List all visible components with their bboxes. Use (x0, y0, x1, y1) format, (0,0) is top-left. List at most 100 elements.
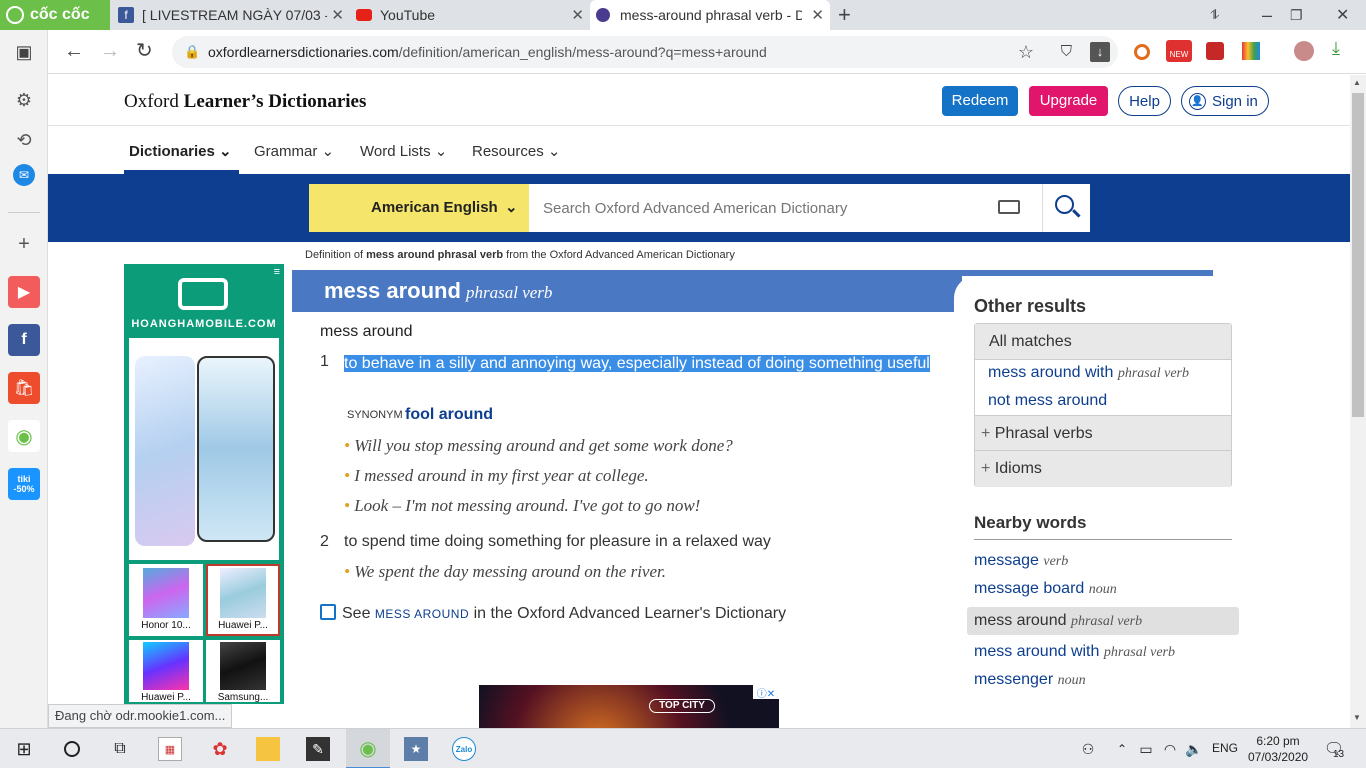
scroll-down-icon[interactable]: ▼ (1353, 713, 1361, 722)
extension-coccoc-icon[interactable] (1134, 44, 1150, 60)
new-tab-button[interactable]: + (838, 0, 858, 30)
breadcrumb: Definition of mess around phrasal verb f… (305, 249, 735, 261)
ad-product[interactable]: Huawei P... (206, 564, 280, 636)
sign-in-button[interactable]: 👤 Sign in (1181, 86, 1269, 116)
scroll-up-icon[interactable]: ▲ (1353, 78, 1361, 87)
see-also[interactable]: See MESS AROUND in the Oxford Advanced L… (320, 604, 786, 623)
battery-icon[interactable]: ▭ (1134, 737, 1158, 761)
back-button[interactable]: ← (64, 40, 84, 63)
ad-product[interactable]: Samsung... (206, 640, 280, 703)
language-indicator[interactable]: ENG (1212, 741, 1238, 755)
search-button[interactable] (1042, 184, 1090, 232)
tiki-shortcut-icon[interactable]: tiki -50% (8, 468, 40, 500)
app-notepad-icon[interactable]: ✎ (306, 737, 330, 761)
coccoc-taskbar-icon[interactable]: ◉ (346, 729, 390, 768)
zalo-icon[interactable]: Zalo (452, 737, 476, 761)
messenger-icon[interactable]: ✉ (13, 164, 35, 186)
profile-avatar[interactable] (1294, 41, 1314, 61)
synonym-link[interactable]: fool around (405, 406, 493, 424)
dictionary-select[interactable]: American English ⌄ (309, 184, 529, 232)
nearby-link[interactable]: mess around with (974, 643, 1099, 660)
upgrade-button[interactable]: Upgrade (1029, 86, 1108, 116)
sidebar-toggle-icon[interactable]: ▣ (8, 36, 40, 68)
extension-color-icon[interactable] (1242, 42, 1260, 60)
people-icon[interactable]: ⚇ (1076, 737, 1100, 761)
nearby-item[interactable]: mess around with phrasal verb (974, 643, 1175, 661)
see-word-link[interactable]: MESS AROUND (375, 607, 469, 621)
ad-choices-icon[interactable]: ⓘ✕ (753, 685, 779, 700)
page-scrollbar[interactable]: ▲ ▼ (1350, 75, 1366, 728)
phrasal-verbs-section[interactable]: + Phrasal verbs (975, 415, 1231, 451)
menu-dictionaries[interactable]: Dictionaries ⌄ (129, 142, 232, 160)
windows-start-icon[interactable]: ⊞ (12, 737, 36, 761)
match-link[interactable]: not mess around (988, 392, 1107, 409)
maximize-button[interactable]: ❐ (1290, 0, 1310, 30)
nearby-link[interactable]: messenger (974, 671, 1053, 688)
search-circle-icon[interactable] (60, 737, 84, 761)
nearby-link[interactable]: message board (974, 580, 1084, 597)
reload-button[interactable]: ↻ (136, 38, 153, 63)
nearby-pos: phrasal verb (1070, 614, 1143, 629)
close-tab-icon[interactable]: ✕ (811, 6, 824, 24)
nearby-item[interactable]: message verb (974, 552, 1068, 570)
sense-definition: to spend time doing something for pleasu… (344, 533, 771, 550)
tab-livestream[interactable]: f [ LIVESTREAM NGÀY 07/03 - V ✕ (112, 0, 350, 30)
tray-chevron-up-icon[interactable]: ⌃ (1110, 737, 1134, 761)
site-logo[interactable]: Oxford Learner’s Dictionaries (124, 91, 366, 113)
menu-word-lists[interactable]: Word Lists ⌄ (360, 142, 447, 160)
extension-red-icon[interactable] (1206, 42, 1224, 60)
clock[interactable]: 6:20 pm 07/03/2020 (1248, 733, 1308, 765)
ad-menu-icon[interactable]: ≡ (274, 266, 280, 278)
search-input[interactable] (529, 184, 1042, 232)
coccoc-menu-button[interactable]: cốc cốc (0, 0, 110, 30)
keyboard-icon[interactable] (998, 200, 1020, 214)
app-paint-icon[interactable]: ✿ (208, 737, 232, 761)
nearby-item[interactable]: message board noun (974, 580, 1117, 598)
download-page-icon[interactable]: ↓ (1090, 42, 1110, 62)
shield-icon[interactable]: ⛉ (1061, 36, 1072, 68)
youtube-shortcut-icon[interactable]: ▶ (8, 276, 40, 308)
wifi-icon[interactable]: ◠ (1158, 737, 1182, 761)
close-tab-icon[interactable]: ✕ (331, 6, 344, 24)
nearby-pos: noun (1088, 582, 1117, 597)
facebook-shortcut-icon[interactable]: f (8, 324, 40, 356)
tab-search-icon[interactable]: ⥮ (1210, 0, 1226, 30)
app-game-icon[interactable]: ★ (404, 737, 428, 761)
extension-new-icon[interactable]: NEW (1166, 40, 1192, 62)
file-explorer-icon[interactable] (256, 737, 280, 761)
ad-product[interactable]: Honor 10... (129, 564, 203, 636)
nearby-item[interactable]: messenger noun (974, 671, 1086, 689)
forward-button[interactable]: → (100, 40, 120, 63)
settings-gear-icon[interactable]: ⚙ (8, 84, 40, 116)
match-item[interactable]: not mess around (988, 392, 1107, 410)
close-tab-icon[interactable]: ✕ (571, 6, 584, 24)
bottom-ad[interactable]: TOP CITY ⓘ✕ (479, 685, 779, 728)
menu-grammar[interactable]: Grammar ⌄ (254, 142, 334, 160)
downloads-icon[interactable]: ⤓ (1332, 38, 1340, 59)
close-window-button[interactable]: ✕ (1336, 0, 1356, 30)
tab-youtube[interactable]: YouTube ✕ (350, 0, 590, 30)
nearby-link[interactable]: message (974, 552, 1039, 569)
sidebar-ad[interactable]: ≡ HOANGHAMOBILE.COM Honor 10... Huawei P… (124, 264, 284, 704)
match-link[interactable]: mess around with (988, 364, 1113, 381)
minimize-button[interactable]: – (1262, 0, 1282, 30)
bookmark-star-icon[interactable]: ☆ (1018, 36, 1034, 68)
shopee-shortcut-icon[interactable]: 🛍 (8, 372, 40, 404)
scrollbar-thumb[interactable] (1352, 93, 1364, 417)
tab-oxford-active[interactable]: mess-around phrasal verb - D ✕ (590, 0, 830, 30)
help-button[interactable]: Help (1118, 86, 1171, 116)
redeem-button[interactable]: Redeem (942, 86, 1018, 116)
coccoc-shortcut-icon[interactable]: ◉ (8, 420, 40, 452)
volume-icon[interactable]: 🔈 (1182, 737, 1206, 761)
facebook-icon: f (118, 7, 134, 23)
all-matches-header[interactable]: All matches (975, 324, 1231, 360)
match-item[interactable]: mess around with phrasal verb (988, 364, 1189, 382)
add-shortcut-icon[interactable]: + (8, 228, 40, 260)
address-bar[interactable]: 🔒 oxfordlearnersdictionaries.com/definit… (172, 36, 1118, 68)
app-news-icon[interactable]: ▦ (158, 737, 182, 761)
ad-product[interactable]: Huawei P... (129, 640, 203, 703)
menu-resources[interactable]: Resources ⌄ (472, 142, 560, 160)
task-view-icon[interactable]: ⧉ (108, 737, 132, 761)
idioms-section[interactable]: + Idioms (975, 451, 1231, 487)
history-icon[interactable]: ⟲ (8, 124, 40, 156)
